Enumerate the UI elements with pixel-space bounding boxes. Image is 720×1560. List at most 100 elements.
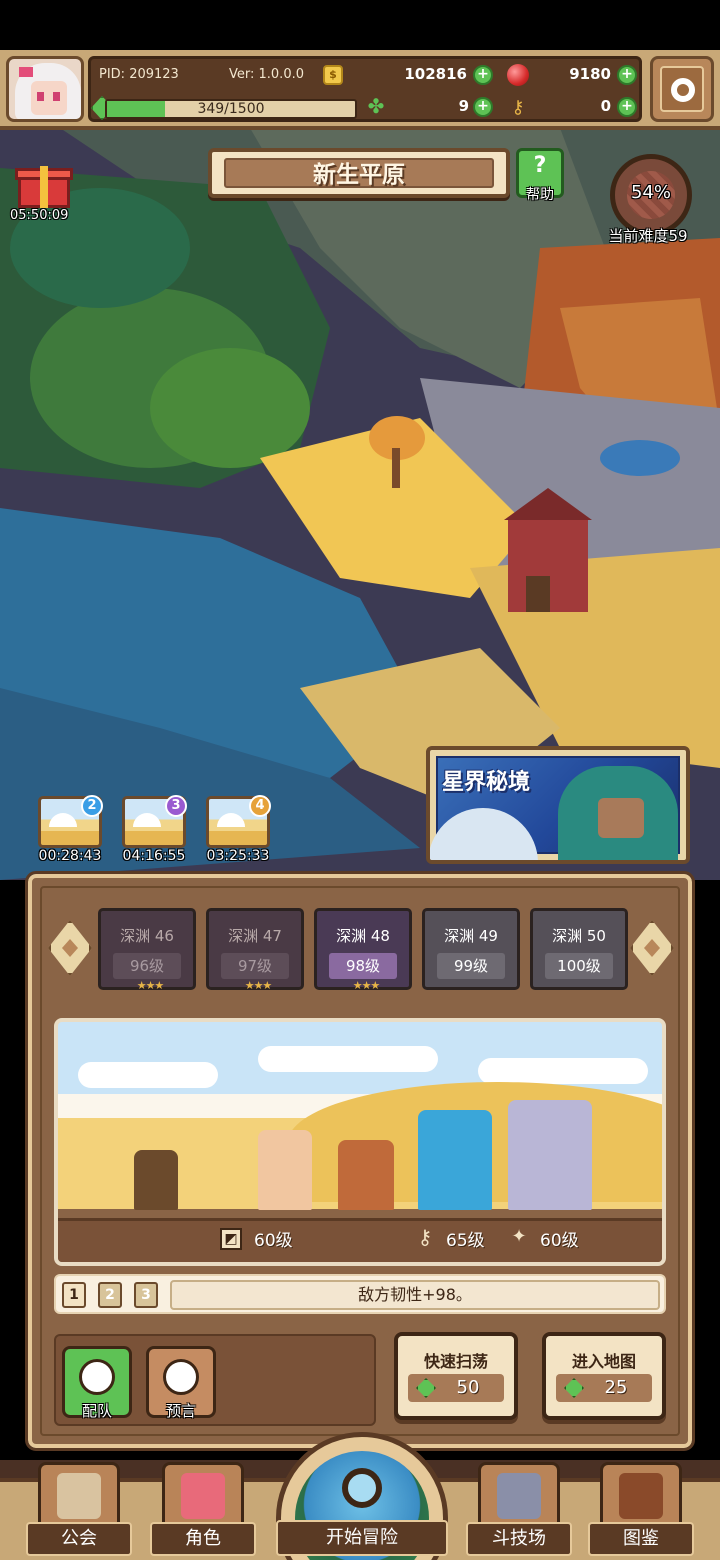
key-count: 0 <box>600 97 611 115</box>
stage-level: 97级 <box>221 953 289 979</box>
stage-level: 100级 <box>545 953 613 979</box>
character-icon <box>181 1473 225 1519</box>
helmet-icon: ◩ <box>220 1228 242 1250</box>
key-level: 65级 <box>446 1231 485 1251</box>
difficulty-percent: 54% <box>630 182 671 203</box>
player-id: PID: 209123 <box>99 67 179 82</box>
slot-timer: 03:25:33 <box>206 848 270 864</box>
magnifier-icon <box>342 1468 382 1508</box>
team-label: 配队 <box>81 1402 112 1420</box>
resource-panel: PID: 209123 Ver: 1.0.0.0 $ 102816 + 9180… <box>88 56 642 122</box>
key-icon: ⚷ <box>417 1225 433 1249</box>
quick-sweep-cost: 50 <box>408 1374 504 1402</box>
player-avatar[interactable] <box>6 56 84 122</box>
stage-name: 深渊 48 <box>336 927 390 945</box>
slot-timer: 00:28:43 <box>38 848 102 864</box>
map-title: 新生平原 <box>313 162 405 188</box>
add-clover-button[interactable]: + <box>473 97 493 117</box>
stamina-bar: 349/1500 <box>105 99 357 119</box>
cloud-shape <box>258 1046 438 1072</box>
expedition-slot-3[interactable]: 3 <box>122 795 187 848</box>
top-bar: PID: 209123 Ver: 1.0.0.0 $ 102816 + 9180… <box>0 50 720 130</box>
bone-icon: ✦ <box>511 1226 527 1247</box>
nav-character-label[interactable]: 角色 <box>150 1522 256 1556</box>
cloud-icon <box>217 813 245 827</box>
avatar-eye <box>37 92 44 101</box>
gear-icon <box>671 78 695 102</box>
hero-sprite-3 <box>418 1110 492 1210</box>
stage-level: 99级 <box>437 953 505 979</box>
clover-icon: ✤ <box>367 94 385 118</box>
quick-sweep-label: 快速扫荡 <box>423 1352 488 1371</box>
event-title: 星界秘境 <box>442 770 531 795</box>
event-card-astral-realm[interactable]: 星界秘境 <box>426 746 690 864</box>
stamina-gem-icon <box>564 1378 584 1398</box>
help-label: 帮助 <box>526 187 554 203</box>
gift-box-button[interactable] <box>15 162 73 208</box>
hero-sprite-2 <box>338 1140 394 1210</box>
add-gold-button[interactable]: + <box>473 65 493 85</box>
prophecy-label: 预言 <box>165 1402 196 1420</box>
stage-stars: ★★★ <box>352 979 381 992</box>
ruby-count: 9180 <box>569 65 611 83</box>
hero-sprite-1 <box>258 1130 312 1210</box>
stage-card-47[interactable]: 深渊 47 97级 ★★★ <box>206 908 304 992</box>
slot-badge: 2 <box>81 795 103 817</box>
difficulty-label: 当前难度59 <box>608 227 688 245</box>
drop-level: 60级 <box>540 1231 579 1251</box>
coin-icon: $ <box>323 65 343 85</box>
slot-badge: 4 <box>249 795 271 817</box>
cloud-icon <box>133 813 161 827</box>
nav-guild-label[interactable]: 公会 <box>26 1522 132 1556</box>
stage-stars: ★★★ <box>244 979 273 992</box>
settings-frame <box>660 66 704 112</box>
enter-map-cost: 25 <box>556 1374 652 1402</box>
add-key-button[interactable]: + <box>617 97 637 117</box>
gold-count: 102816 <box>404 65 467 83</box>
team-icon <box>79 1359 115 1395</box>
cloud-shape <box>78 1062 218 1088</box>
stage-stars: ★★★ <box>136 979 165 992</box>
stamina-value: 349/1500 <box>197 101 265 117</box>
question-icon: ? <box>533 153 547 178</box>
book-icon <box>619 1473 663 1519</box>
banner-inner: 新生平原 <box>224 158 494 188</box>
affix-tab-3[interactable]: 3 <box>134 1282 158 1308</box>
expedition-slot-4[interactable]: 4 <box>206 795 271 848</box>
map-title-banner: 新生平原 <box>208 148 510 198</box>
chevron-left-icon <box>62 939 78 957</box>
settings-button[interactable] <box>650 56 714 122</box>
start-adventure-label[interactable]: 开始冒险 <box>276 1520 448 1556</box>
stage-card-49[interactable]: 深渊 49 99级 <box>422 908 520 990</box>
enemy-level: 60级 <box>254 1231 293 1251</box>
moon-shape <box>430 808 538 860</box>
crossed-swords-icon <box>497 1473 541 1519</box>
enter-map-cost-value: 25 <box>604 1377 628 1398</box>
stage-card-50[interactable]: 深渊 50 100级 <box>530 908 628 990</box>
stage-name: 深渊 47 <box>228 927 282 945</box>
avatar-eye <box>53 92 60 101</box>
nav-codex-label[interactable]: 图鉴 <box>588 1522 694 1556</box>
event-character-face <box>598 798 644 838</box>
hero-sprite-4 <box>508 1100 592 1210</box>
gift-timer: 05:50:09 <box>10 208 69 223</box>
stage-card-46[interactable]: 深渊 46 96级 ★★★ <box>98 908 196 992</box>
stage-card-48[interactable]: 深渊 48 98级 ★★★ <box>314 908 412 992</box>
cart-sprite <box>134 1150 178 1210</box>
chevron-right-icon <box>644 939 660 957</box>
affix-tab-1[interactable]: 1 <box>62 1282 86 1308</box>
key-icon: ⚷ <box>511 97 525 118</box>
difficulty-dial[interactable]: 54% <box>606 144 696 236</box>
enter-map-label: 进入地图 <box>571 1352 636 1371</box>
expedition-slot-2[interactable]: 2 <box>38 795 103 848</box>
gift-ribbon <box>40 166 48 208</box>
stage-name: 深渊 46 <box>120 927 174 945</box>
stage-level: 98级 <box>329 953 397 979</box>
cloud-icon <box>49 813 77 827</box>
slot-badge: 3 <box>165 795 187 817</box>
slot-timer: 04:16:55 <box>122 848 186 864</box>
nav-arena-label[interactable]: 斗技场 <box>466 1522 572 1556</box>
add-ruby-button[interactable]: + <box>617 65 637 85</box>
avatar-bow <box>19 67 33 77</box>
affix-tab-2[interactable]: 2 <box>98 1282 122 1308</box>
